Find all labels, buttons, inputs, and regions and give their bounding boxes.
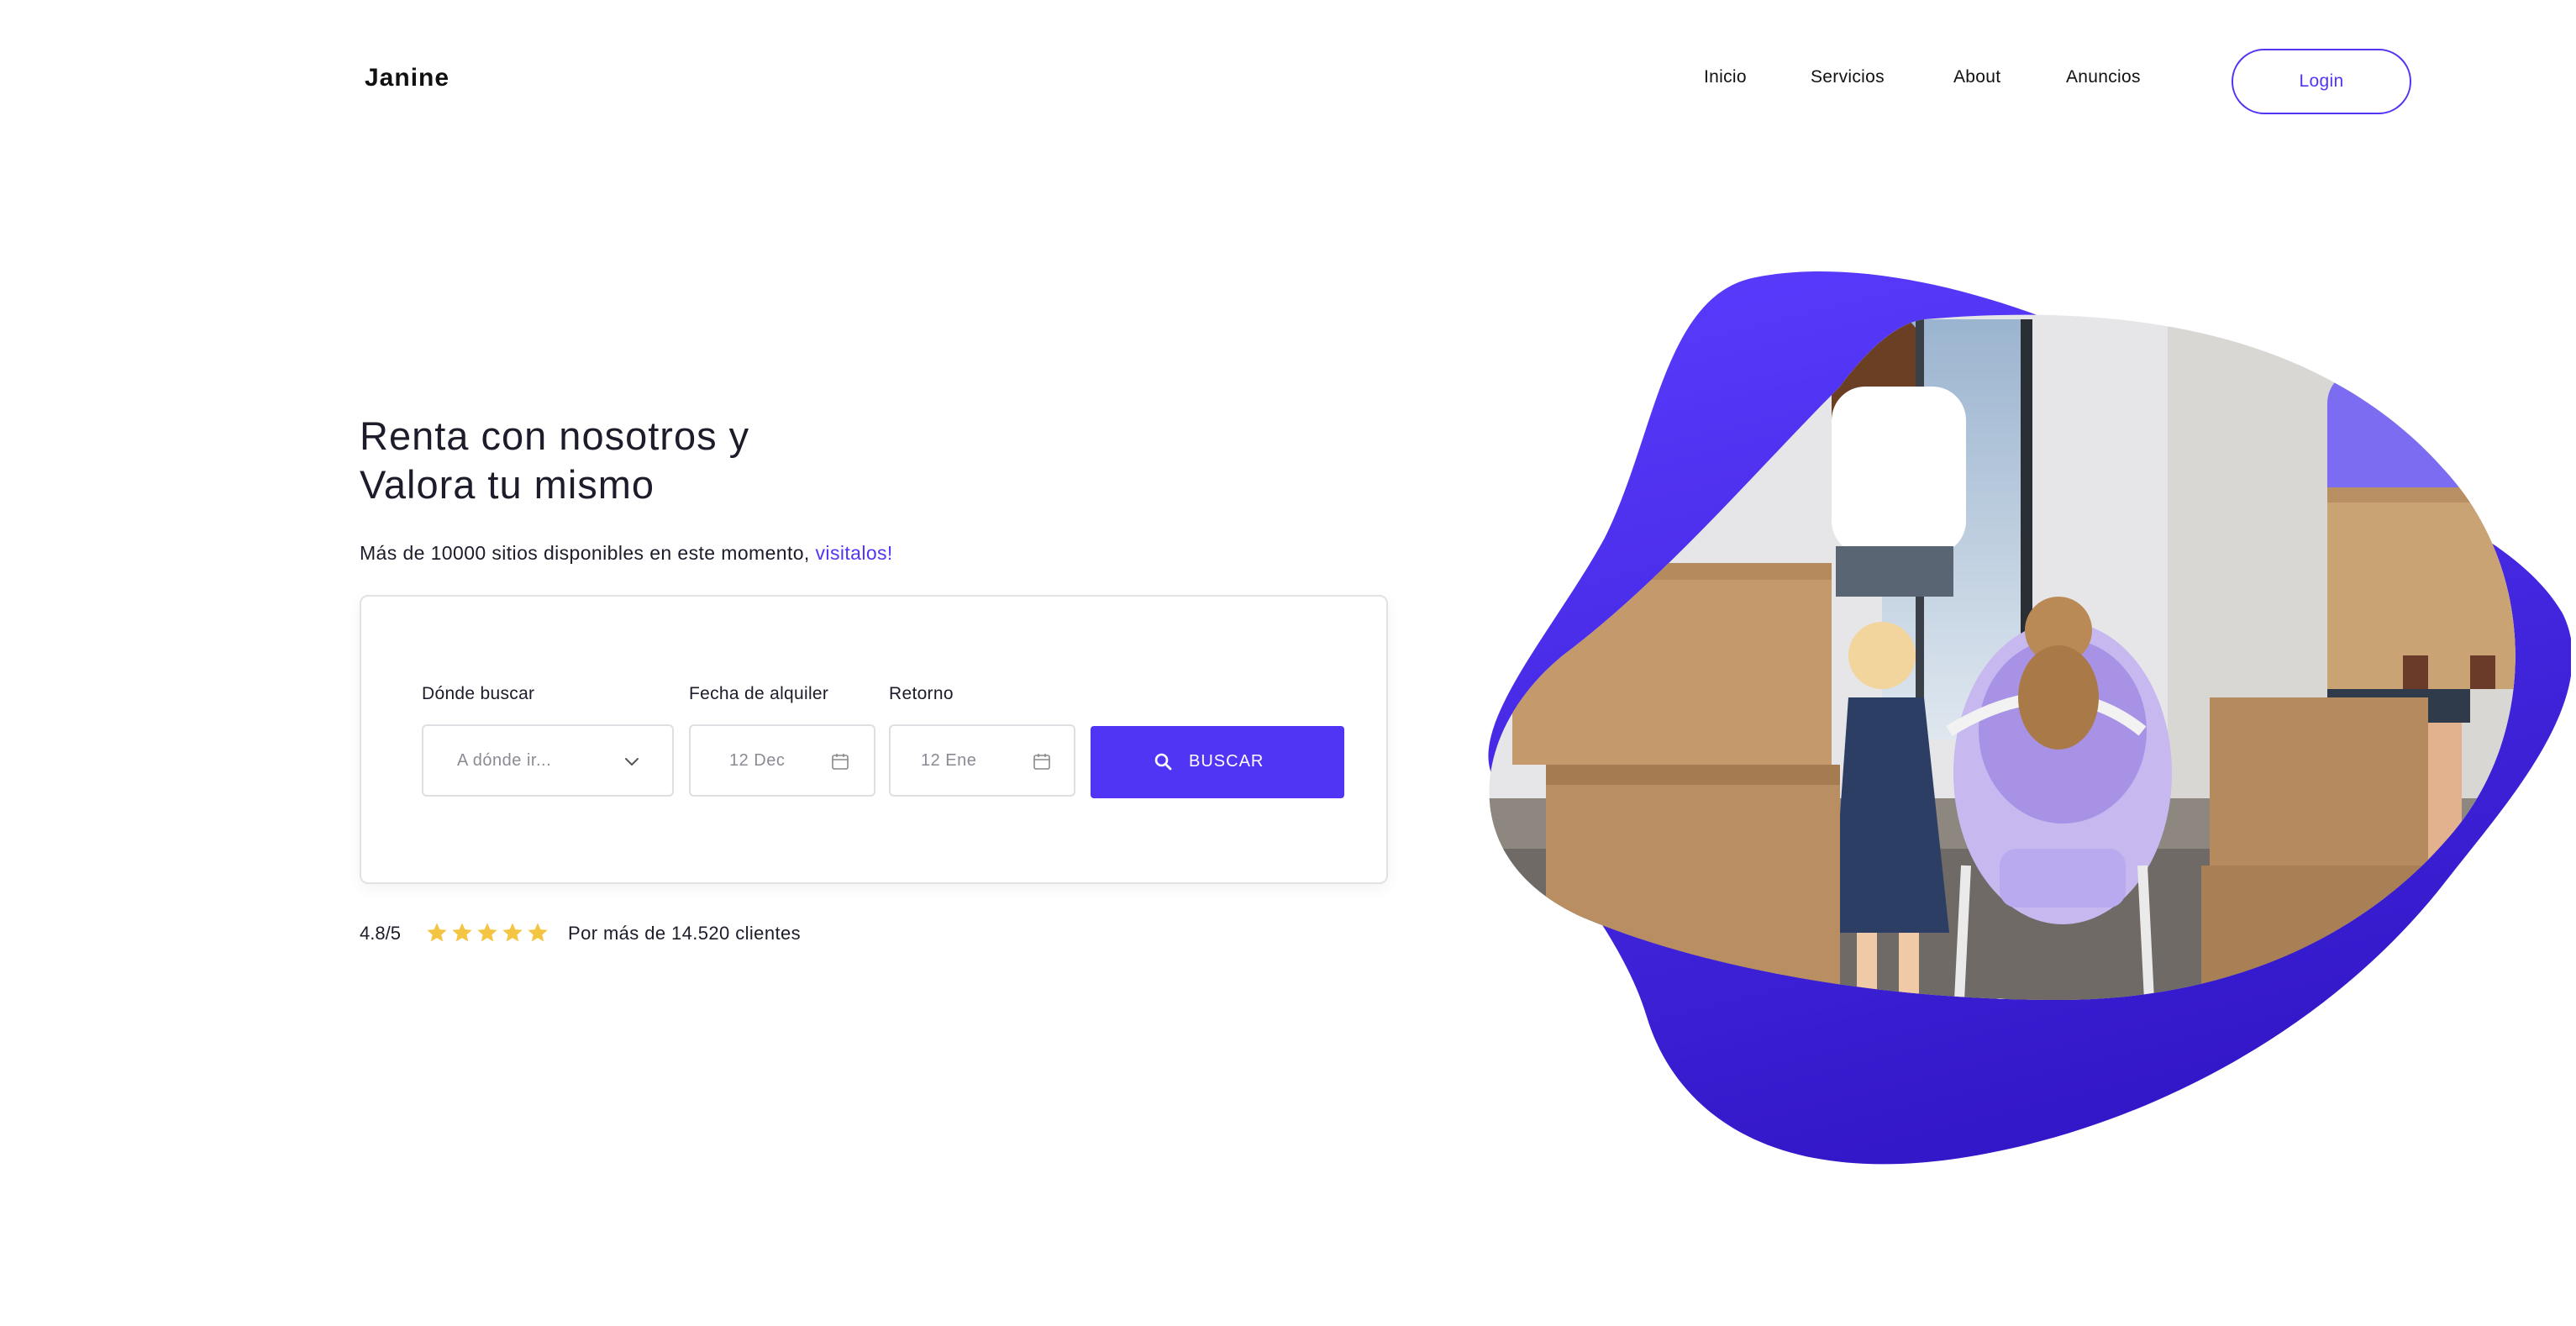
rating-text: Por más de 14.520 clientes bbox=[568, 923, 801, 944]
where-label: Dónde buscar bbox=[422, 684, 535, 703]
nav-link-about[interactable]: About bbox=[1953, 67, 2000, 87]
star-icon bbox=[502, 923, 523, 942]
hero-subtitle-link[interactable]: visitalos! bbox=[816, 542, 893, 564]
return-date-label: Retorno bbox=[889, 684, 954, 703]
rental-date-label: Fecha de alquiler bbox=[689, 684, 829, 703]
where-select[interactable]: A dónde ir... bbox=[422, 724, 674, 797]
star-icon bbox=[427, 923, 447, 942]
hero-subtitle: Más de 10000 sitios disponibles en este … bbox=[360, 542, 893, 565]
landing-page: Janine Inicio Servicios About Anuncios L… bbox=[0, 0, 2576, 1326]
nav-link-servicios[interactable]: Servicios bbox=[1811, 67, 1885, 87]
return-date-value: 12 Ene bbox=[921, 751, 977, 770]
star-icon bbox=[528, 923, 548, 942]
search-button[interactable]: BUSCAR bbox=[1091, 726, 1344, 798]
hero-title: Renta con nosotros y Valora tu mismo bbox=[360, 412, 948, 509]
login-button[interactable]: Login bbox=[2232, 49, 2411, 114]
nav-link-inicio[interactable]: Inicio bbox=[1704, 67, 1747, 87]
where-select-placeholder: A dónde ir... bbox=[457, 751, 552, 770]
brand-logo[interactable]: Janine bbox=[365, 64, 449, 92]
calendar-icon bbox=[1033, 754, 1050, 770]
search-icon bbox=[1154, 753, 1172, 771]
hero-subtitle-text: Más de 10000 sitios disponibles en este … bbox=[360, 542, 810, 564]
search-button-label: BUSCAR bbox=[1189, 752, 1264, 771]
hero-title-line-2: Valora tu mismo bbox=[360, 462, 655, 507]
rental-date-input[interactable]: 12 Dec bbox=[689, 724, 875, 797]
rental-date-value: 12 Dec bbox=[729, 751, 786, 770]
calendar-icon bbox=[832, 754, 849, 770]
hero-image bbox=[1488, 271, 2571, 1165]
star-icon bbox=[452, 923, 472, 942]
hero-title-line-1: Renta con nosotros y bbox=[360, 413, 750, 458]
return-date-input[interactable]: 12 Ene bbox=[889, 724, 1075, 797]
search-card: Dónde buscar Fecha de alquiler Retorno A… bbox=[360, 595, 1388, 884]
rating-score: 4.8/5 bbox=[360, 923, 401, 944]
star-icon bbox=[477, 923, 497, 942]
chevron-down-icon bbox=[625, 758, 639, 766]
nav-link-anuncios[interactable]: Anuncios bbox=[2066, 67, 2141, 87]
